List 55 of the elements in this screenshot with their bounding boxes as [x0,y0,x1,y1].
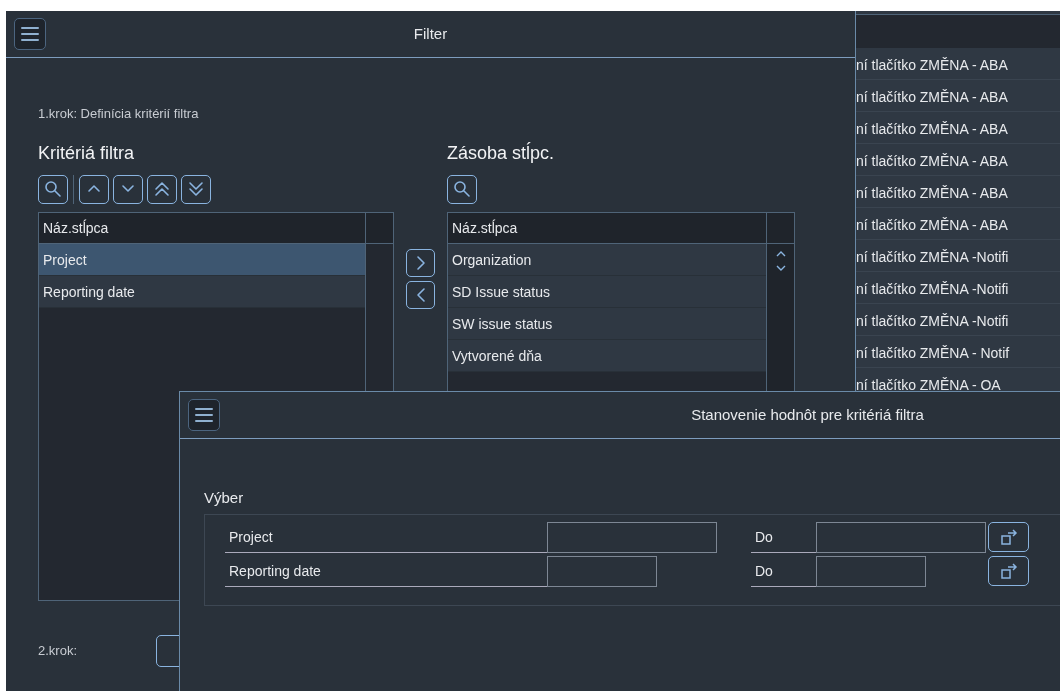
table-cell: ní tlačítko ZMĚNA - ABA [856,89,1008,105]
field-label: Reporting date [225,555,547,587]
input-field[interactable] [816,555,926,587]
input-field[interactable] [547,555,657,587]
search-icon [453,180,471,198]
move-down-button[interactable] [113,174,143,204]
step-label: 2.krok: [38,641,78,660]
table-cell: ní tlačítko ZMĚNA -Notifi [856,313,1009,329]
table-row[interactable]: SD Issue status [448,275,766,308]
table-cell: ní tlačítko ZMĚNA -Notifi [856,249,1009,265]
table-cell: ní tlačítko ZMĚNA - ABA [856,57,1008,73]
menu-icon [20,26,40,42]
group-title: Výber [204,489,244,506]
menu-button[interactable] [14,18,46,50]
step-label: 1.krok: Definícia kritérií filtra [38,106,199,121]
double-chevron-down-icon [187,180,205,198]
table-row[interactable]: Reporting date [39,275,365,308]
add-column-button[interactable] [406,248,435,277]
table-cell: ní tlačítko ZMĚNA - ABA [856,217,1008,233]
search-button[interactable] [447,174,477,204]
table-cell: ní tlačítko ZMĚNA - ABA [856,121,1008,137]
table-cell: ní tlačítko ZMĚNA - ABA [856,153,1008,169]
input-field[interactable] [547,521,717,553]
menu-icon [194,407,214,423]
multiple-selection-button[interactable] [988,556,1029,586]
column-header: Náz.stĺpca [451,218,519,238]
table-cell: ní tlačítko ZMĚNA - Notif [856,345,1010,361]
move-to-top-button[interactable] [147,174,177,204]
search-button[interactable] [38,174,68,204]
external-link-icon [998,527,1019,547]
table-row[interactable]: Vytvorené dňa [448,339,766,372]
menu-button[interactable] [188,399,220,431]
field-label: Project [225,521,547,553]
search-icon [44,180,62,198]
move-to-bottom-button[interactable] [181,174,211,204]
external-link-icon [998,561,1019,581]
multiple-selection-button[interactable] [988,522,1029,552]
window-title: Filter [413,24,448,42]
remove-column-button[interactable] [406,280,435,309]
table-cell: ní tlačítko ZMĚNA - ABA [856,185,1008,201]
scroll-arrows-icon[interactable] [775,249,786,272]
window-title: Stanovenie hodnôt pre kritériá filtra [691,405,924,423]
table-row[interactable]: Organization [448,243,766,276]
table-row[interactable]: Project [39,243,365,276]
field-label: Do [751,521,816,553]
table-row[interactable]: SW issue status [448,307,766,340]
field-label: Do [751,555,816,587]
section-heading: Kritériá filtra [38,142,135,163]
column-header: Náz.stĺpca [42,218,110,238]
table-cell: ní tlačítko ZMĚNA - OA [856,377,1001,391]
section-heading: Zásoba stĺpc. [447,142,555,163]
input-field[interactable] [816,521,986,553]
table-cell: ní tlačítko ZMĚNA -Notifi [856,281,1009,297]
double-chevron-up-icon [153,180,171,198]
move-up-button[interactable] [79,174,109,204]
